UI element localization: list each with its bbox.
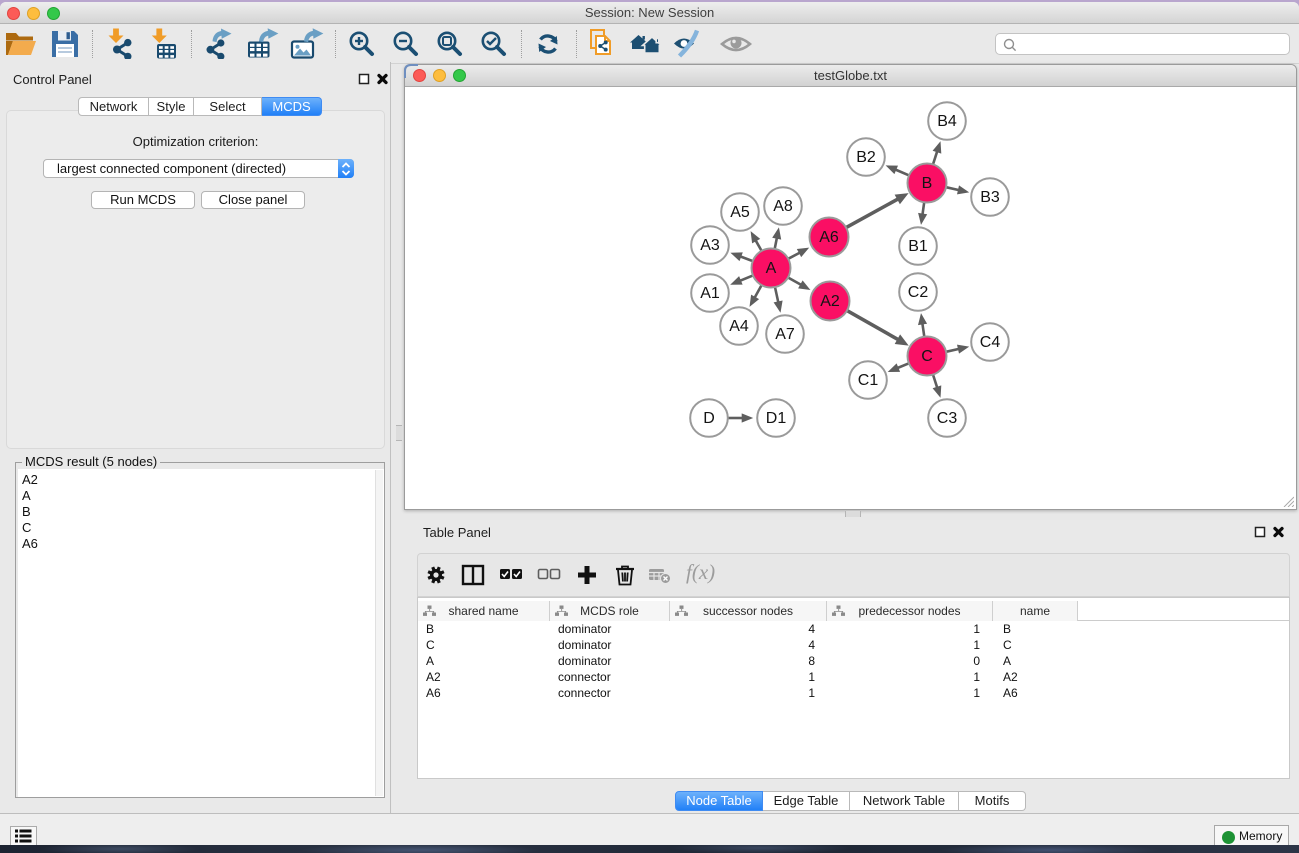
svg-text:A: A [766, 260, 777, 277]
svg-text:D1: D1 [766, 410, 787, 427]
svg-text:A3: A3 [700, 237, 720, 254]
svg-text:C4: C4 [980, 334, 1001, 351]
svg-text:A1: A1 [700, 285, 720, 302]
svg-text:B4: B4 [937, 113, 957, 130]
svg-text:A2: A2 [820, 293, 840, 310]
svg-text:A5: A5 [730, 204, 750, 221]
svg-text:B2: B2 [856, 149, 876, 166]
svg-text:C: C [921, 348, 933, 365]
svg-text:A8: A8 [773, 198, 793, 215]
svg-text:D: D [703, 410, 715, 427]
svg-text:C1: C1 [858, 372, 879, 389]
svg-text:B1: B1 [908, 238, 928, 255]
svg-text:A7: A7 [775, 326, 795, 343]
svg-text:A6: A6 [819, 229, 839, 246]
svg-text:C2: C2 [908, 284, 929, 301]
svg-text:A4: A4 [729, 318, 749, 335]
svg-text:B: B [922, 175, 933, 192]
svg-text:C3: C3 [937, 410, 958, 427]
svg-text:B3: B3 [980, 189, 1000, 206]
